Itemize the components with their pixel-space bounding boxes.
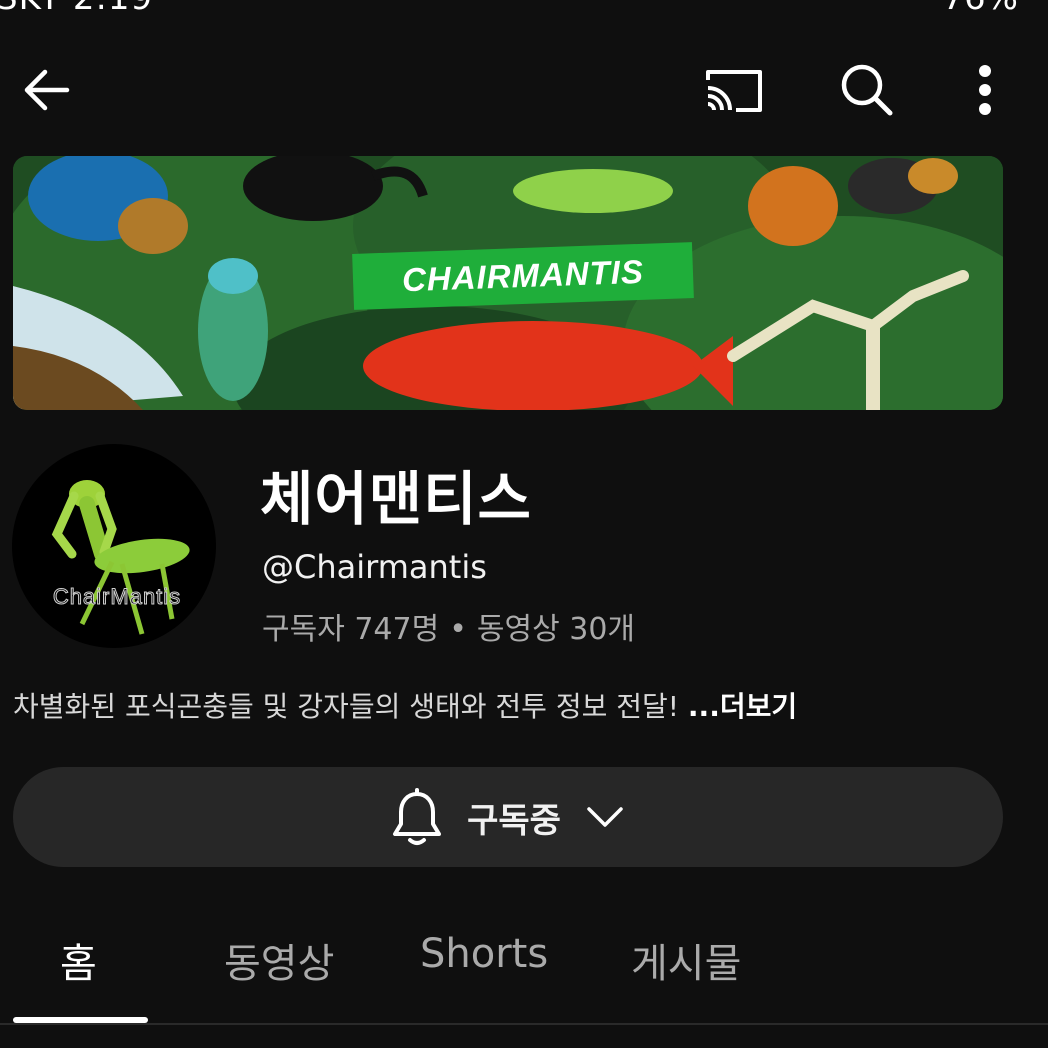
channel-handle: @Chairmantis	[262, 548, 487, 586]
status-bar: SKT 2:19 76%	[0, 0, 1048, 18]
banner-title: CHAIRMANTIS	[352, 242, 694, 310]
arrow-left-icon	[24, 69, 70, 111]
cast-icon	[706, 70, 762, 112]
channel-banner: CHAIRMANTIS	[13, 156, 1003, 410]
subscribed-label: 구독중	[467, 800, 561, 841]
channel-name: 체어맨티스	[260, 465, 532, 533]
more-link[interactable]: ...더보기	[688, 690, 797, 723]
video-count: 동영상 30개	[476, 612, 636, 647]
more-vertical-icon	[979, 65, 991, 115]
battery-level: 76%	[942, 0, 1018, 18]
tab-shorts[interactable]: Shorts	[420, 931, 548, 977]
mantis-image	[51, 480, 190, 635]
channel-tabs: 홈 동영상 Shorts 게시물	[0, 925, 1048, 1025]
stats-separator: •	[449, 612, 467, 647]
subscriber-count: 구독자 747명	[262, 612, 440, 647]
avatar-logo-text: ChairMantis	[52, 584, 182, 610]
channel-description[interactable]: 차별화된 포식곤충들 및 강자들의 생태와 전투 정보 전달! ...더보기	[13, 685, 797, 725]
tabs-divider	[0, 1023, 1048, 1025]
back-button[interactable]	[12, 55, 82, 125]
tab-posts[interactable]: 게시물	[631, 931, 741, 989]
bell-icon	[393, 788, 442, 845]
search-icon	[841, 64, 893, 116]
status-time: SKT 2:19	[0, 0, 153, 18]
channel-avatar[interactable]: ChairMantis	[12, 444, 216, 648]
top-app-bar	[0, 55, 1048, 125]
cast-button[interactable]	[697, 55, 767, 125]
channel-stats: 구독자 747명 • 동영상 30개	[262, 604, 635, 648]
tab-home[interactable]: 홈	[60, 931, 97, 989]
subscribed-button[interactable]: 구독중	[13, 767, 1003, 867]
search-button[interactable]	[832, 55, 902, 125]
more-options-button[interactable]	[950, 55, 1020, 125]
tab-videos[interactable]: 동영상	[224, 931, 334, 989]
description-text: 차별화된 포식곤충들 및 강자들의 생태와 전투 정보 전달!	[13, 690, 688, 723]
chevron-down-icon	[587, 807, 623, 827]
